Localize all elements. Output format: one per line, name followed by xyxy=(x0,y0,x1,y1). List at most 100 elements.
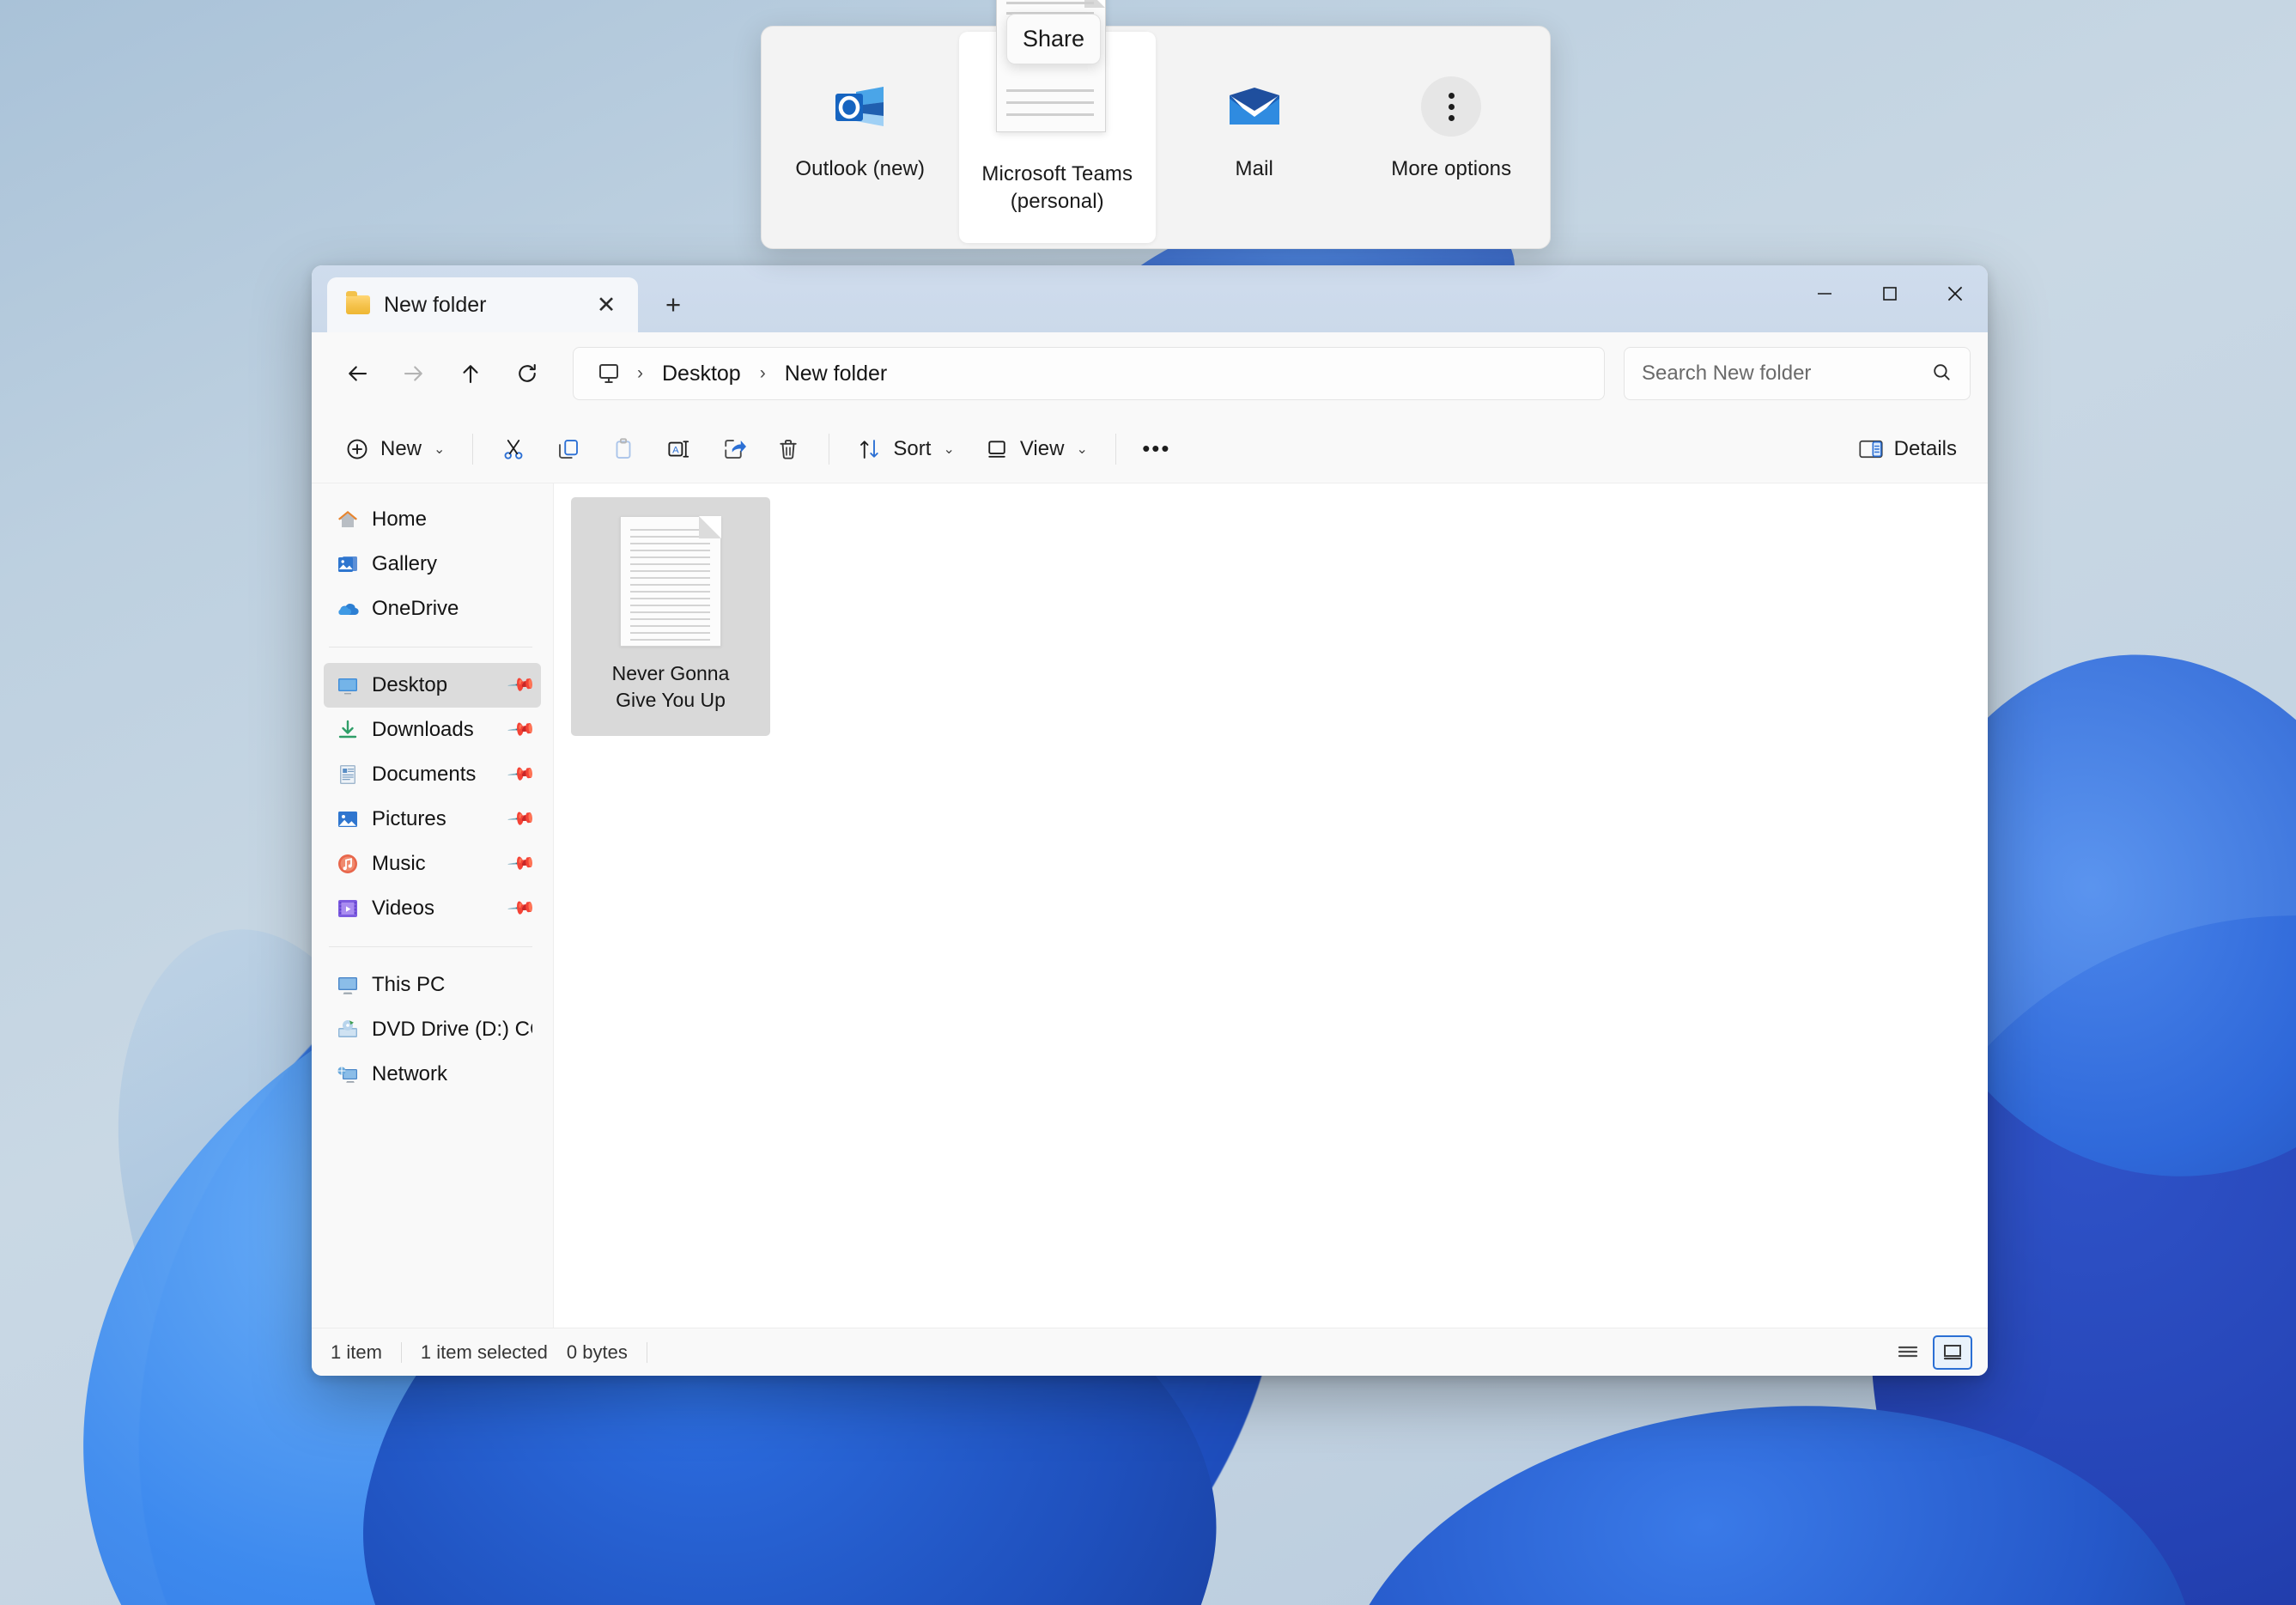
more-options-icon xyxy=(1421,76,1481,137)
window-controls xyxy=(1792,265,1988,322)
outlook-icon xyxy=(830,76,890,137)
home-icon xyxy=(336,508,360,532)
sidebar-item-label: This PC xyxy=(372,973,532,997)
sidebar-item-documents[interactable]: Documents 📌 xyxy=(324,752,541,797)
this-pc-icon[interactable] xyxy=(589,361,629,386)
explorer-body: Home Gallery OneDrive Desktop xyxy=(312,483,1988,1328)
chevron-down-icon: ⌄ xyxy=(434,441,445,458)
sidebar-item-downloads[interactable]: Downloads 📌 xyxy=(324,708,541,752)
forward-button[interactable] xyxy=(387,347,440,400)
sidebar-item-label: Videos xyxy=(372,897,498,921)
desktop-icon xyxy=(336,673,360,697)
new-button-label: New xyxy=(380,437,422,461)
sidebar-item-label: DVD Drive (D:) CCCC xyxy=(372,1018,532,1042)
pin-icon[interactable]: 📌 xyxy=(506,804,536,834)
sidebar-item-label: Gallery xyxy=(372,552,532,576)
breadcrumb-item-desktop[interactable]: Desktop xyxy=(652,356,751,392)
share-target-label: Outlook (new) xyxy=(795,155,925,183)
paste-button[interactable] xyxy=(597,424,650,474)
see-more-button[interactable]: ••• xyxy=(1130,424,1183,474)
breadcrumb-separator: › xyxy=(755,363,771,384)
documents-icon xyxy=(336,763,360,787)
status-item-count: 1 item xyxy=(331,1341,401,1364)
music-icon xyxy=(336,852,360,876)
share-target-label: More options xyxy=(1391,155,1511,183)
rename-button[interactable]: A xyxy=(652,424,705,474)
new-button[interactable]: New ⌄ xyxy=(331,424,459,474)
search-input[interactable] xyxy=(1642,362,1930,386)
pin-icon[interactable]: 📌 xyxy=(506,670,536,700)
sidebar-item-network[interactable]: Network xyxy=(324,1052,541,1097)
status-selection: 1 item selected xyxy=(402,1341,567,1364)
details-pane-button[interactable]: Details xyxy=(1844,424,1971,474)
sidebar-item-home[interactable]: Home xyxy=(324,497,541,542)
sidebar-divider xyxy=(329,946,532,947)
navigation-pane: Home Gallery OneDrive Desktop xyxy=(312,483,554,1328)
file-list-view[interactable]: Never Gonna Give You Up xyxy=(554,483,1988,1328)
share-flyout-panel: Outlook (new) Microsoft Teams (personal) xyxy=(761,26,1551,249)
svg-text:A: A xyxy=(673,445,680,455)
maximize-button[interactable] xyxy=(1857,265,1922,322)
share-target-label-line2: (personal) xyxy=(1011,190,1104,213)
close-tab-icon[interactable]: ✕ xyxy=(588,287,624,323)
cut-button[interactable] xyxy=(487,424,540,474)
list-view-toggle[interactable] xyxy=(1888,1335,1928,1370)
pin-icon[interactable]: 📌 xyxy=(506,848,536,878)
share-button[interactable] xyxy=(707,424,760,474)
share-target-outlook[interactable]: Outlook (new) xyxy=(762,27,959,248)
mail-icon xyxy=(1224,76,1285,137)
sidebar-item-onedrive[interactable]: OneDrive xyxy=(324,587,541,631)
command-bar: New ⌄ A Sort ⌄ View ⌄ xyxy=(312,415,1988,483)
copy-button[interactable] xyxy=(542,424,595,474)
sidebar-item-label: Home xyxy=(372,508,532,532)
share-target-mail[interactable]: Mail xyxy=(1156,27,1353,248)
share-target-more-options[interactable]: More options xyxy=(1353,27,1551,248)
dvd-drive-icon xyxy=(336,1018,360,1042)
pin-icon[interactable]: 📌 xyxy=(506,759,536,789)
sidebar-item-music[interactable]: Music 📌 xyxy=(324,842,541,886)
sidebar-item-label: Downloads xyxy=(372,718,498,742)
onedrive-icon xyxy=(336,597,360,621)
sidebar-item-dvd-drive[interactable]: DVD Drive (D:) CCCC xyxy=(324,1007,541,1052)
toolbar-divider xyxy=(1115,434,1116,465)
sidebar-item-pictures[interactable]: Pictures 📌 xyxy=(324,797,541,842)
sidebar-item-label: Pictures xyxy=(372,807,498,831)
sidebar-item-videos[interactable]: Videos 📌 xyxy=(324,886,541,931)
breadcrumb[interactable]: › Desktop › New folder xyxy=(573,347,1605,400)
close-button[interactable] xyxy=(1922,265,1988,322)
file-item-label-line2: Give You Up xyxy=(616,689,726,711)
tab-new-folder[interactable]: New folder ✕ xyxy=(327,277,638,332)
breadcrumb-separator: › xyxy=(632,363,648,384)
pin-icon[interactable]: 📌 xyxy=(506,893,536,923)
share-target-label: Mail xyxy=(1236,155,1273,183)
back-button[interactable] xyxy=(331,347,384,400)
view-button-label: View xyxy=(1020,437,1065,461)
details-button-label: Details xyxy=(1894,437,1957,461)
sidebar-item-this-pc[interactable]: This PC xyxy=(324,963,541,1007)
search-box[interactable] xyxy=(1624,347,1971,400)
search-icon xyxy=(1930,361,1953,387)
sort-button[interactable]: Sort ⌄ xyxy=(843,424,968,474)
large-icons-view-toggle[interactable] xyxy=(1933,1335,1972,1370)
file-item-label: Never Gonna Give You Up xyxy=(585,660,756,714)
breadcrumb-item-new-folder[interactable]: New folder xyxy=(774,356,898,392)
minimize-button[interactable] xyxy=(1792,265,1857,322)
file-item[interactable]: Never Gonna Give You Up xyxy=(571,497,770,736)
delete-button[interactable] xyxy=(762,424,815,474)
up-button[interactable] xyxy=(444,347,497,400)
sidebar-item-label: Desktop xyxy=(372,673,498,697)
pin-icon[interactable]: 📌 xyxy=(506,714,536,745)
this-pc-icon xyxy=(336,973,360,997)
gallery-icon xyxy=(336,552,360,576)
refresh-button[interactable] xyxy=(501,347,554,400)
videos-icon xyxy=(336,897,360,921)
view-button[interactable]: View ⌄ xyxy=(970,424,1102,474)
share-target-label: Microsoft Teams (personal) xyxy=(981,161,1133,215)
sidebar-item-gallery[interactable]: Gallery xyxy=(324,542,541,587)
chevron-down-icon: ⌄ xyxy=(1076,441,1087,458)
new-tab-button[interactable]: + xyxy=(655,287,691,323)
sidebar-item-label: OneDrive xyxy=(372,597,532,621)
sort-button-label: Sort xyxy=(893,437,931,461)
toolbar-divider xyxy=(472,434,473,465)
sidebar-item-desktop[interactable]: Desktop 📌 xyxy=(324,663,541,708)
